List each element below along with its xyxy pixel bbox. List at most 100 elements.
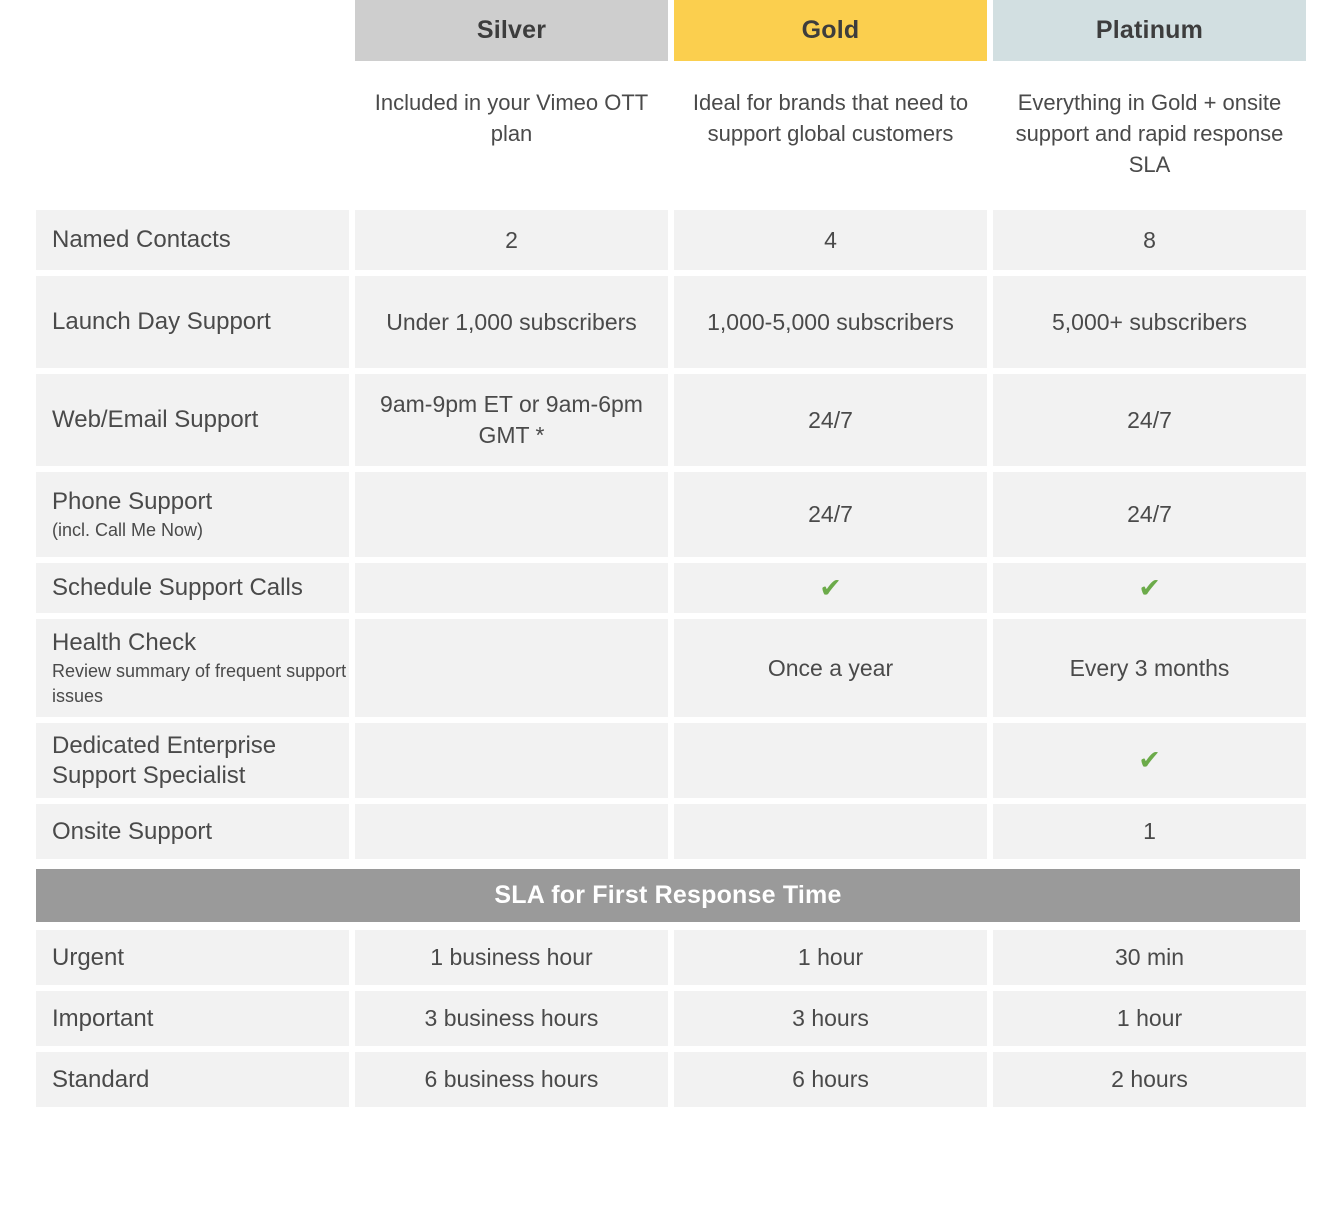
cell-value: Every 3 months xyxy=(1069,654,1230,681)
table-row: Web/Email Support 9am-9pm ET or 9am-6pm … xyxy=(0,374,1325,466)
table-row: Health Check Review summary of frequent … xyxy=(0,619,1325,717)
feature-label-text: Named Contacts xyxy=(52,226,231,253)
cell-silver-sla-urgent: 1 business hour xyxy=(355,930,668,985)
cell-value: 1 business hour xyxy=(430,944,593,970)
check-icon: ✔ xyxy=(1138,572,1161,604)
table-row: Onsite Support 1 xyxy=(0,804,1325,859)
sla-label-text: Important xyxy=(52,1004,154,1032)
feature-label-text: Onsite Support xyxy=(52,817,213,845)
feature-label-onsite-support: Onsite Support xyxy=(36,804,349,859)
feature-label-text: Web/Email Support xyxy=(52,406,259,433)
cell-value: 24/7 xyxy=(808,406,853,433)
check-icon: ✔ xyxy=(1138,745,1161,776)
feature-label-health-check: Health Check Review summary of frequent … xyxy=(36,619,349,717)
sla-label-text: Urgent xyxy=(52,943,125,971)
feature-label-schedule-support-calls: Schedule Support Calls xyxy=(36,563,349,613)
cell-value: 8 xyxy=(1143,226,1156,253)
sla-label-urgent: Urgent xyxy=(36,930,349,985)
cell-platinum-launch-day-support: 5,000+ subscribers xyxy=(993,276,1306,368)
cell-platinum-phone-support: 24/7 xyxy=(993,472,1306,557)
plan-description-platinum: Everything in Gold + onsite support and … xyxy=(1015,90,1284,177)
cell-platinum-web-email-support: 24/7 xyxy=(993,374,1306,466)
cell-silver-health-check xyxy=(355,619,668,717)
cell-silver-web-email-support: 9am-9pm ET or 9am-6pm GMT * xyxy=(355,374,668,466)
table-row: Phone Support (incl. Call Me Now) 24/7 2… xyxy=(0,472,1325,557)
cell-silver-dedicated-enterprise-support-specialist xyxy=(355,723,668,798)
left-gutter xyxy=(0,0,36,61)
sla-label-important: Important xyxy=(36,991,349,1046)
cell-gold-sla-standard: 6 hours xyxy=(674,1052,987,1107)
feature-sublabel-text: (incl. Call Me Now) xyxy=(52,519,204,540)
feature-label-text: Health Check xyxy=(52,628,197,656)
cell-gold-named-contacts: 4 xyxy=(674,210,987,270)
plan-name-silver: Silver xyxy=(476,16,547,44)
cell-silver-schedule-support-calls xyxy=(355,563,668,613)
sla-section-banner: SLA for First Response Time xyxy=(36,869,1300,922)
cell-silver-sla-important: 3 business hours xyxy=(355,991,668,1046)
cell-gold-dedicated-enterprise-support-specialist xyxy=(674,723,987,798)
cell-silver-launch-day-support: Under 1,000 subscribers xyxy=(355,276,668,368)
cell-silver-onsite-support xyxy=(355,804,668,859)
feature-label-text: Phone Support xyxy=(52,487,213,515)
cell-value: 1 hour xyxy=(1116,1005,1183,1031)
feature-label-named-contacts: Named Contacts xyxy=(36,210,349,270)
plan-name-gold: Gold xyxy=(801,16,860,44)
cell-value: 3 hours xyxy=(792,1005,869,1031)
cell-value: 1 hour xyxy=(797,944,864,970)
plan-description-silver: Included in your Vimeo OTT plan xyxy=(374,90,649,146)
cell-gold-sla-urgent: 1 hour xyxy=(674,930,987,985)
sla-banner-title: SLA for First Response Time xyxy=(494,881,842,909)
feature-label-phone-support: Phone Support (incl. Call Me Now) xyxy=(36,472,349,557)
cell-value: 4 xyxy=(824,226,837,253)
cell-silver-named-contacts: 2 xyxy=(355,210,668,270)
feature-label-dedicated-enterprise-support-specialist: Dedicated Enterprise Support Specialist xyxy=(36,723,349,798)
cell-platinum-schedule-support-calls: ✔ xyxy=(993,563,1306,613)
table-row: Launch Day Support Under 1,000 subscribe… xyxy=(0,276,1325,368)
support-plan-comparison-table: Silver Gold Platinum Included in your Vi… xyxy=(0,0,1325,1107)
table-row: Standard 6 business hours 6 hours 2 hour… xyxy=(0,1052,1325,1107)
cell-gold-health-check: Once a year xyxy=(674,619,987,717)
cell-value: 1,000-5,000 subscribers xyxy=(707,308,954,335)
cell-value: Under 1,000 subscribers xyxy=(386,308,637,335)
table-row: Important 3 business hours 3 hours 1 hou… xyxy=(0,991,1325,1046)
feature-sublabel-text: Review summary of frequent support issue… xyxy=(52,660,347,706)
cell-platinum-sla-standard: 2 hours xyxy=(993,1052,1306,1107)
check-icon: ✔ xyxy=(819,572,842,604)
table-row: Schedule Support Calls ✔ ✔ xyxy=(0,563,1325,613)
sla-banner-row: SLA for First Response Time xyxy=(0,869,1325,922)
feature-label-launch-day-support: Launch Day Support xyxy=(36,276,349,368)
table-row: Dedicated Enterprise Support Specialist … xyxy=(0,723,1325,798)
cell-value: 5,000+ subscribers xyxy=(1052,308,1247,335)
cell-silver-sla-standard: 6 business hours xyxy=(355,1052,668,1107)
cell-value: 2 xyxy=(505,226,518,253)
feature-label-web-email-support: Web/Email Support xyxy=(36,374,349,466)
plan-description-row: Included in your Vimeo OTT plan Ideal fo… xyxy=(0,61,1325,202)
cell-platinum-onsite-support: 1 xyxy=(993,804,1306,859)
cell-value: 24/7 xyxy=(1127,501,1172,527)
feature-label-text: Dedicated Enterprise Support Specialist xyxy=(52,731,277,789)
cell-platinum-sla-important: 1 hour xyxy=(993,991,1306,1046)
feature-label-text: Schedule Support Calls xyxy=(52,574,303,601)
cell-gold-schedule-support-calls: ✔ xyxy=(674,563,987,613)
cell-value: 3 business hours xyxy=(424,1005,599,1031)
cell-platinum-named-contacts: 8 xyxy=(993,210,1306,270)
table-row: Urgent 1 business hour 1 hour 30 min xyxy=(0,930,1325,985)
cell-gold-onsite-support xyxy=(674,804,987,859)
right-gutter xyxy=(1306,0,1325,61)
plan-header-silver: Silver xyxy=(355,0,668,61)
table-row: Named Contacts 2 4 8 xyxy=(0,210,1325,270)
cell-value: 2 hours xyxy=(1111,1066,1188,1092)
cell-gold-web-email-support: 24/7 xyxy=(674,374,987,466)
cell-value: 6 hours xyxy=(792,1066,869,1092)
cell-platinum-sla-urgent: 30 min xyxy=(993,930,1306,985)
cell-gold-phone-support: 24/7 xyxy=(674,472,987,557)
cell-value: 24/7 xyxy=(1127,406,1172,433)
sla-label-text: Standard xyxy=(52,1065,150,1093)
cell-platinum-dedicated-enterprise-support-specialist: ✔ xyxy=(993,723,1306,798)
cell-gold-launch-day-support: 1,000-5,000 subscribers xyxy=(674,276,987,368)
feature-label-text: Launch Day Support xyxy=(52,308,271,335)
cell-value: 6 business hours xyxy=(424,1066,599,1092)
plan-header-gold: Gold xyxy=(674,0,987,61)
sla-label-standard: Standard xyxy=(36,1052,349,1107)
header-spacer xyxy=(0,202,1325,210)
